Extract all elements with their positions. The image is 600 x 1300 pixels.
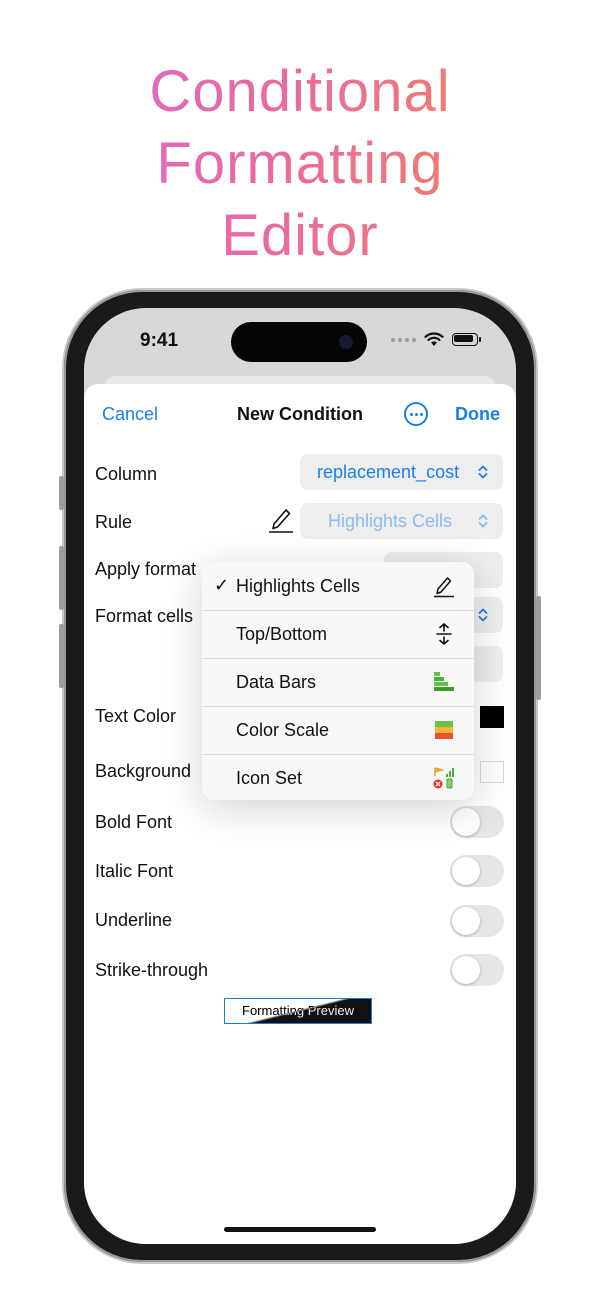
action-button	[59, 476, 64, 510]
menu-item-label: Top/Bottom	[236, 624, 328, 644]
page-title: New Condition	[237, 404, 363, 424]
status-icons	[391, 332, 481, 347]
data-bars-icon	[434, 672, 454, 691]
dynamic-island	[231, 322, 367, 362]
menu-item-icon-set[interactable]: Icon Set	[202, 754, 474, 802]
column-picker[interactable]: replacement_cost	[300, 454, 503, 490]
formatting-preview-text: Formatting Preview	[242, 1003, 354, 1018]
wifi-icon	[424, 332, 444, 346]
menu-item-color-scale[interactable]: Color Scale	[202, 706, 474, 755]
italic-font-label: Italic Font	[95, 861, 174, 881]
pencil-icon[interactable]	[268, 504, 294, 534]
menu-item-label: Icon Set	[236, 768, 303, 788]
arrow-up-down-icon	[436, 623, 452, 645]
ellipsis-circle-icon	[409, 412, 413, 416]
color-scale-icon	[435, 721, 453, 739]
chevron-up-down-icon	[478, 608, 488, 622]
condition-sheet: Cancel New Condition Done Column replace…	[84, 384, 516, 1244]
cellular-dots-icon	[391, 337, 416, 342]
italic-font-toggle[interactable]	[450, 855, 504, 887]
power-button	[536, 596, 541, 700]
promo-title-line-2: Formatting	[156, 131, 444, 196]
rule-dropdown-menu: ✓ Highlights Cells Top/Bottom Data Bars	[202, 562, 474, 800]
promo-title-line-1: Conditional	[149, 59, 451, 124]
column-label: Column	[95, 464, 158, 484]
strike-through-label: Strike-through	[95, 960, 209, 980]
underline-toggle[interactable]	[450, 905, 504, 937]
navigation-bar: Cancel New Condition Done	[84, 384, 516, 448]
status-time: 9:41	[140, 330, 179, 351]
menu-item-label: Color Scale	[236, 720, 330, 740]
bold-font-label: Bold Font	[95, 812, 173, 832]
checkmark-icon: ✓	[214, 575, 230, 595]
promo-title: Conditional Formatting Editor	[0, 56, 600, 272]
phone-screen: 9:41 Cancel New Condition Done Column re…	[84, 308, 516, 1244]
text-color-label: Text Color	[95, 706, 177, 726]
battery-icon	[452, 333, 481, 346]
column-value: replacement_cost	[317, 462, 460, 482]
camera-icon	[339, 335, 353, 349]
menu-item-top-bottom[interactable]: Top/Bottom	[202, 610, 474, 659]
menu-item-data-bars[interactable]: Data Bars	[202, 658, 474, 707]
background-color-swatch[interactable]	[480, 761, 504, 783]
bold-font-toggle[interactable]	[450, 806, 504, 838]
pencil-icon	[434, 577, 454, 598]
menu-item-highlights-cells[interactable]: ✓ Highlights Cells	[202, 562, 474, 611]
apply-format-label: Apply format	[95, 559, 197, 579]
volume-up-button	[59, 546, 64, 610]
format-cells-label: Format cells	[95, 606, 194, 626]
phone-frame: 9:41 Cancel New Condition Done Column re…	[59, 290, 541, 1262]
formatting-preview: Formatting Preview	[224, 998, 372, 1024]
home-indicator	[224, 1227, 376, 1232]
more-options-button[interactable]	[404, 402, 428, 426]
rule-picker[interactable]: Highlights Cells	[300, 503, 503, 539]
background-label: Background	[95, 761, 192, 781]
chevron-up-down-icon	[478, 514, 488, 528]
status-bar: 9:41	[84, 308, 516, 364]
rule-value: Highlights Cells	[328, 511, 453, 531]
done-button[interactable]: Done	[455, 404, 500, 425]
icon-set-icon	[433, 767, 454, 789]
underline-label: Underline	[95, 910, 173, 930]
strike-through-toggle[interactable]	[450, 954, 504, 986]
promo-title-line-3: Editor	[221, 203, 379, 268]
volume-down-button	[59, 624, 64, 688]
rule-label: Rule	[95, 512, 133, 532]
chevron-up-down-icon	[478, 465, 488, 479]
menu-item-label: Data Bars	[236, 672, 317, 692]
text-color-swatch[interactable]	[480, 706, 504, 728]
menu-item-label: Highlights Cells	[236, 576, 361, 596]
